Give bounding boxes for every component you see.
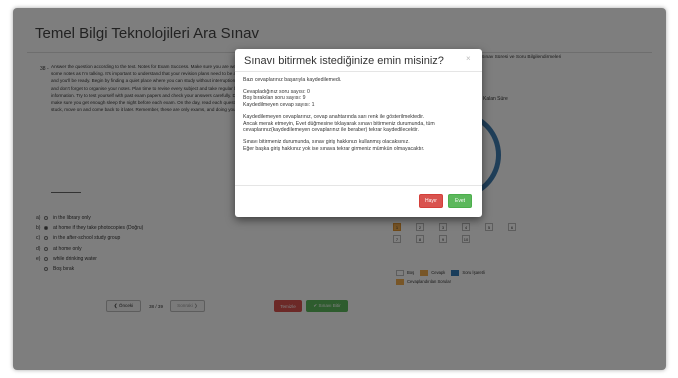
dialog-message-line: Boş bırakılan soru sayısı: 9	[243, 95, 306, 102]
confirm-finish-dialog: Sınavı bitirmek istediğinize emin misini…	[235, 49, 482, 217]
dialog-message-line: Kaydedilmeyen cevap sayısı: 1	[243, 102, 315, 109]
dialog-message-line: Bazı cevaplarınız başarıyla kaydedilemed…	[243, 77, 342, 83]
dialog-message-line: Cevapladığınız soru sayısı: 0	[243, 88, 310, 95]
dialog-message-line: Sınavı bitirmeniz durumunda, sınav giriş…	[243, 138, 410, 145]
close-icon[interactable]: ×	[466, 54, 471, 63]
dialog-message-line: Ancak merak etmeyin, Evet düğmesine tıkl…	[243, 120, 435, 127]
yes-button[interactable]: Evet	[448, 194, 472, 208]
dialog-body: Bazı cevaplarınız başarıyla kaydedilemed…	[243, 77, 475, 152]
dialog-footer-divider	[235, 185, 482, 186]
dialog-title: Sınavı bitirmek istediğinize emin misini…	[244, 55, 444, 67]
dialog-message-line: Eğer başka giriş hakkınız yok ise sınava…	[243, 145, 425, 152]
no-button[interactable]: Hayır	[419, 194, 443, 208]
browser-window: Temel Bilgi Teknolojileri Ara Sınav 38 -…	[13, 8, 666, 370]
dialog-divider	[235, 71, 482, 72]
dialog-message-line: cevaplarınız(kaydedilemeyen cevaplarınız…	[243, 127, 419, 134]
dialog-message-line: Kaydedilemeyen cevaplarınız, cevap anaht…	[243, 113, 425, 120]
